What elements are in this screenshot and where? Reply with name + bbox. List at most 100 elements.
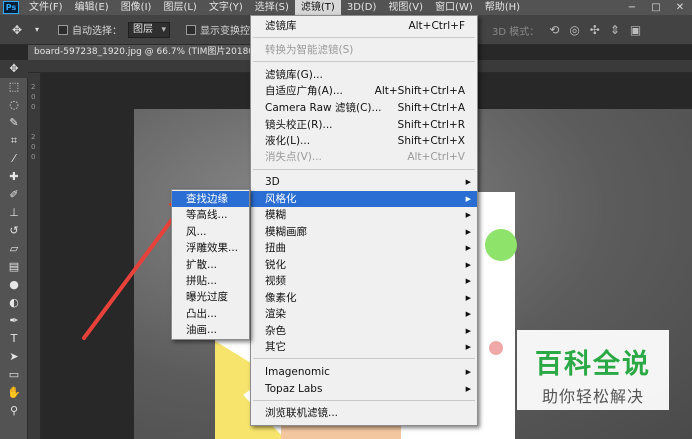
- ruler-tick: 0: [31, 153, 36, 161]
- type-tool-icon[interactable]: T: [0, 330, 28, 348]
- menu-edit[interactable]: 编辑(E): [69, 0, 115, 15]
- menu-item-video[interactable]: 视频 ▶: [251, 273, 477, 289]
- 3d-orbit-icon[interactable]: ⟲: [549, 23, 559, 37]
- menu-item-blur-gallery[interactable]: 模糊画廊 ▶: [251, 224, 477, 240]
- ruler-tick: 0: [31, 103, 36, 111]
- menu-3d[interactable]: 3D(D): [341, 0, 383, 15]
- submenu-item-trace-contour[interactable]: 等高线...: [172, 207, 249, 223]
- ruler-tick: 0: [31, 93, 36, 101]
- pink-dot: [489, 341, 503, 355]
- menu-help[interactable]: 帮助(H): [479, 0, 526, 15]
- quick-select-tool-icon[interactable]: ✎: [0, 114, 28, 132]
- auto-select-dropdown[interactable]: 图层: [128, 21, 170, 38]
- stamp-tool-icon[interactable]: ⊥: [0, 204, 28, 222]
- menu-separator: [253, 169, 475, 170]
- zoom-tool-icon[interactable]: ⚲: [0, 402, 28, 420]
- submenu-item-wind[interactable]: 风...: [172, 224, 249, 240]
- ruler-tick: 2: [31, 83, 36, 91]
- brush-tool-icon[interactable]: ✐: [0, 186, 28, 204]
- shape-tool-icon[interactable]: ▭: [0, 366, 28, 384]
- menu-item-filter-gallery-last[interactable]: 滤镜库 Alt+Ctrl+F: [251, 18, 477, 34]
- 3d-roll-icon[interactable]: ◎: [569, 23, 579, 37]
- submenu-item-oil-paint[interactable]: 油画...: [172, 322, 249, 338]
- menu-item-other[interactable]: 其它 ▶: [251, 339, 477, 355]
- pen-tool-icon[interactable]: ✒: [0, 312, 28, 330]
- menu-separator: [253, 61, 475, 62]
- 3d-slide-icon[interactable]: ⇕: [610, 23, 620, 37]
- menu-item-blur[interactable]: 模糊 ▶: [251, 207, 477, 223]
- photoshop-logo-icon: Ps: [3, 1, 19, 14]
- menu-item-liquify[interactable]: 液化(L)... Shift+Ctrl+X: [251, 133, 477, 149]
- history-brush-tool-icon[interactable]: ↺: [0, 222, 28, 240]
- stylize-submenu: 查找边缘 等高线... 风... 浮雕效果... 扩散... 拼贴... 曝光过…: [171, 189, 250, 340]
- watermark-logo: 百科全说 助你轻松解决: [517, 330, 669, 410]
- auto-select-checkbox[interactable]: [58, 24, 68, 35]
- close-button[interactable]: ✕: [668, 0, 692, 15]
- menu-item-pixelate[interactable]: 像素化 ▶: [251, 290, 477, 306]
- blur-tool-icon[interactable]: ●: [0, 276, 28, 294]
- submenu-item-extrude[interactable]: 凸出...: [172, 306, 249, 322]
- healing-tool-icon[interactable]: ✚: [0, 168, 28, 186]
- menu-separator: [253, 400, 475, 401]
- menu-file[interactable]: 文件(F): [23, 0, 69, 15]
- menu-type[interactable]: 文字(Y): [203, 0, 249, 15]
- 3d-pan-icon[interactable]: ✣: [590, 23, 600, 37]
- submenu-item-tiles[interactable]: 拼贴...: [172, 273, 249, 289]
- lasso-tool-icon[interactable]: ◌: [0, 96, 28, 114]
- dodge-tool-icon[interactable]: ◐: [0, 294, 28, 312]
- menu-image[interactable]: 图像(I): [115, 0, 158, 15]
- options-right: 3D 模式： ⟲ ◎ ✣ ⇕ ▣: [482, 15, 641, 45]
- menu-filter[interactable]: 滤镜(T): [294, 0, 341, 15]
- eyedropper-tool-icon[interactable]: ⁄: [0, 150, 28, 168]
- submenu-item-diffuse[interactable]: 扩散...: [172, 257, 249, 273]
- show-transform-checkbox[interactable]: [186, 24, 196, 35]
- menu-item-adaptive-wide-angle[interactable]: 自适应广角(A)... Alt+Shift+Ctrl+A: [251, 83, 477, 99]
- menu-view[interactable]: 视图(V): [382, 0, 429, 15]
- menu-layer[interactable]: 图层(L): [157, 0, 202, 15]
- hand-tool-icon[interactable]: ✋: [0, 384, 28, 402]
- marquee-tool-icon[interactable]: ⬚: [0, 78, 28, 96]
- menu-item-convert-smart-filter: 转换为智能滤镜(S): [265, 44, 354, 56]
- ruler-tick: 2: [31, 133, 36, 141]
- menu-item-render[interactable]: 渲染 ▶: [251, 306, 477, 322]
- menu-item-imagenomic[interactable]: Imagenomic ▶: [251, 364, 477, 380]
- menu-item-distort[interactable]: 扭曲 ▶: [251, 240, 477, 256]
- green-circle: [485, 229, 517, 261]
- move-tool-icon[interactable]: ✥: [0, 60, 28, 78]
- document-tab[interactable]: board-597238_1920.jpg @ 66.7% (TIM图片2018…: [28, 45, 278, 60]
- menu-separator: [253, 358, 475, 359]
- watermark-subtitle: 助你轻松解决: [541, 387, 644, 406]
- watermark-title: 百科全说: [535, 349, 651, 380]
- chevron-down-icon[interactable]: ▾: [30, 23, 44, 37]
- menu-item-sharpen[interactable]: 锐化 ▶: [251, 257, 477, 273]
- submenu-item-emboss[interactable]: 浮雕效果...: [172, 240, 249, 256]
- minimize-button[interactable]: −: [620, 0, 644, 15]
- restore-button[interactable]: □: [644, 0, 668, 15]
- 3d-scale-icon[interactable]: ▣: [630, 23, 641, 37]
- menu-item-lens-correction[interactable]: 镜头校正(R)... Shift+Ctrl+R: [251, 117, 477, 133]
- submenu-item-find-edges[interactable]: 查找边缘: [172, 191, 249, 207]
- ruler-tick: 0: [31, 143, 36, 151]
- menu-item-browse-online-filters[interactable]: 浏览联机滤镜...: [251, 405, 477, 421]
- menu-separator: [253, 37, 475, 38]
- menu-item-camera-raw[interactable]: Camera Raw 滤镜(C)... Shift+Ctrl+A: [251, 100, 477, 116]
- crop-tool-icon[interactable]: ⌗: [0, 132, 28, 150]
- menubar: Ps 文件(F) 编辑(E) 图像(I) 图层(L) 文字(Y) 选择(S) 滤…: [0, 0, 692, 15]
- gradient-tool-icon[interactable]: ▤: [0, 258, 28, 276]
- path-select-tool-icon[interactable]: ➤: [0, 348, 28, 366]
- menu-select[interactable]: 选择(S): [249, 0, 295, 15]
- menu-item-topaz-labs[interactable]: Topaz Labs ▶: [251, 381, 477, 397]
- menu-item-stylize[interactable]: 风格化 ▶: [251, 191, 477, 207]
- eraser-tool-icon[interactable]: ▱: [0, 240, 28, 258]
- filter-menu: 滤镜库 Alt+Ctrl+F 转换为智能滤镜(S) 滤镜库(G)... 自适应广角…: [250, 15, 478, 426]
- tools-panel: ✥ ⬚ ◌ ✎ ⌗ ⁄ ✚ ✐ ⊥ ↺ ▱ ▤ ● ◐ ✒ T ➤ ▭ ✋ ⚲: [0, 60, 28, 439]
- 3d-mode-label: 3D 模式：: [492, 26, 540, 38]
- auto-select-label: 自动选择：: [72, 26, 122, 37]
- menu-item-3d[interactable]: 3D ▶: [251, 174, 477, 190]
- menu-item-filter-gallery[interactable]: 滤镜库(G)...: [251, 67, 477, 83]
- menu-item-noise[interactable]: 杂色 ▶: [251, 323, 477, 339]
- menu-window[interactable]: 窗口(W): [429, 0, 479, 15]
- move-tool-icon[interactable]: ✥: [10, 23, 24, 37]
- ruler-vertical: 2 0 0 2 0 0: [28, 73, 41, 439]
- submenu-item-solarize[interactable]: 曝光过度: [172, 289, 249, 305]
